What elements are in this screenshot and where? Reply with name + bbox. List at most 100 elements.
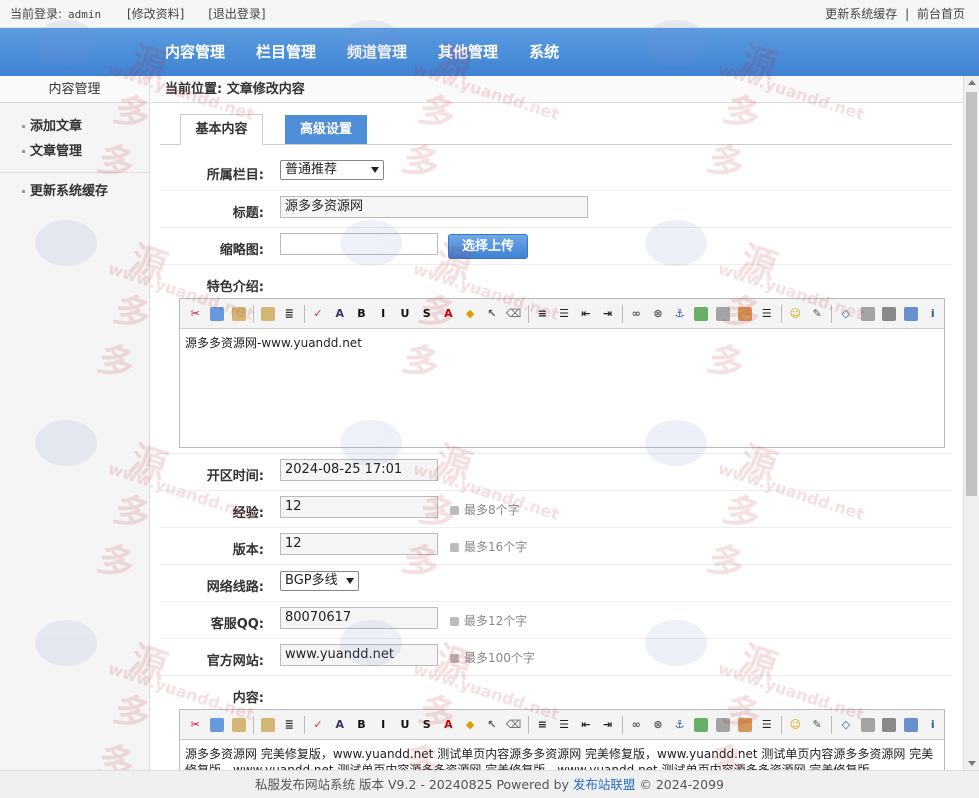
preview-icon[interactable] <box>857 714 878 735</box>
bold-icon[interactable]: B <box>351 303 372 324</box>
image-upload-icon[interactable] <box>691 303 712 324</box>
link-icon[interactable]: ∞ <box>626 714 647 735</box>
content-editor[interactable]: ✂ ≣ ✓ A B I U S A ◆ ↖ ⌫ ≡ ☰ ⇤ ⇥ ∞ ⊗ ⚓ ☰ ☺ ✎ ◇ i 源多多资源网 完美修复版，ww… <box>179 709 945 770</box>
format-icon[interactable]: ≣ <box>279 714 300 735</box>
select-icon[interactable]: ↖ <box>482 714 503 735</box>
title-input[interactable]: 源多多资源网 <box>280 196 588 218</box>
format-icon[interactable]: ≣ <box>279 303 300 324</box>
source-icon[interactable]: ◇ <box>835 714 856 735</box>
media-icon[interactable] <box>735 714 756 735</box>
copy-icon[interactable] <box>207 303 228 324</box>
flash-icon[interactable] <box>713 714 734 735</box>
qq-input[interactable]: 80070617 <box>280 607 438 629</box>
anchor-icon[interactable]: ⚓ <box>669 714 690 735</box>
fullscreen-icon[interactable] <box>901 714 922 735</box>
scrollbar-thumb[interactable] <box>966 92 977 496</box>
scroll-up-icon[interactable] <box>968 80 976 85</box>
paste-text-icon[interactable] <box>257 303 278 324</box>
image-upload-icon[interactable] <box>691 714 712 735</box>
footer-link[interactable]: 发布站联盟 <box>573 777 636 792</box>
italic-icon[interactable]: I <box>373 303 394 324</box>
version-input[interactable]: 12 <box>280 533 438 555</box>
open-time-input[interactable]: 2024-08-25 17:01 <box>280 459 438 481</box>
anchor-icon[interactable]: ⚓ <box>669 303 690 324</box>
cut-icon[interactable]: ✂ <box>185 303 206 324</box>
spellcheck-icon[interactable]: ✓ <box>308 714 329 735</box>
font-color-icon[interactable]: A <box>438 303 459 324</box>
nav-item-column[interactable]: 栏目管理 <box>256 28 316 76</box>
tab-basic[interactable]: 基本内容 <box>180 114 263 145</box>
thumb-input[interactable] <box>280 233 438 255</box>
indent-icon[interactable]: ⇥ <box>597 714 618 735</box>
intro-editor[interactable]: ✂ ≣ ✓ A B I U S A ◆ ↖ ⌫ ≡ ☰ ⇤ ⇥ ∞ ⊗ ⚓ ☰ ☺ ✎ ◇ i 源多多资源网-www.yuan… <box>179 298 945 448</box>
intro-editor-content[interactable]: 源多多资源网-www.yuandd.net <box>180 329 944 357</box>
font-icon[interactable]: A <box>329 714 350 735</box>
logout-link[interactable]: [退出登录] <box>208 7 265 21</box>
frontend-home-link[interactable]: 前台首页 <box>917 7 965 21</box>
sidebar-item-manage-articles[interactable]: 文章管理 <box>0 139 149 164</box>
edit-icon[interactable]: ✎ <box>807 303 828 324</box>
tab-advanced[interactable]: 高级设置 <box>285 115 367 144</box>
media-icon[interactable] <box>735 303 756 324</box>
nav-item-channel[interactable]: 频道管理 <box>347 28 407 76</box>
about-icon[interactable]: i <box>922 714 943 735</box>
unlink-icon[interactable]: ⊗ <box>648 303 669 324</box>
network-select[interactable]: BGP多线 <box>280 571 359 591</box>
italic-icon[interactable]: I <box>373 714 394 735</box>
refresh-cache-link[interactable]: 更新系统缓存 <box>825 7 897 21</box>
nav-item-system[interactable]: 系统 <box>529 28 559 76</box>
outdent-icon[interactable]: ⇤ <box>575 303 596 324</box>
scroll-down-icon[interactable] <box>968 761 976 766</box>
spellcheck-icon[interactable]: ✓ <box>308 303 329 324</box>
category-select[interactable]: 普通推荐 <box>280 160 384 180</box>
align-icon[interactable]: ≡ <box>532 714 553 735</box>
list-icon[interactable]: ☰ <box>554 303 575 324</box>
scrollbar[interactable] <box>963 76 979 770</box>
about-icon[interactable]: i <box>922 303 943 324</box>
bg-color-icon[interactable]: ◆ <box>460 714 481 735</box>
nav-item-other[interactable]: 其他管理 <box>438 28 498 76</box>
paste-icon[interactable] <box>228 714 249 735</box>
strikethrough-icon[interactable]: S <box>416 303 437 324</box>
toolbar-separator <box>527 715 529 734</box>
underline-icon[interactable]: U <box>395 714 416 735</box>
paste-text-icon[interactable] <box>257 714 278 735</box>
underline-icon[interactable]: U <box>395 303 416 324</box>
paste-icon[interactable] <box>228 303 249 324</box>
print-icon[interactable] <box>879 303 900 324</box>
flash-icon[interactable] <box>713 303 734 324</box>
bg-color-icon[interactable]: ◆ <box>460 303 481 324</box>
eraser-icon[interactable]: ⌫ <box>503 714 524 735</box>
font-color-icon[interactable]: A <box>438 714 459 735</box>
sidebar-item-refresh-cache[interactable]: 更新系统缓存 <box>0 179 149 204</box>
hr-icon[interactable]: ☰ <box>756 303 777 324</box>
exp-input[interactable]: 12 <box>280 496 438 518</box>
link-icon[interactable]: ∞ <box>626 303 647 324</box>
unlink-icon[interactable]: ⊗ <box>648 714 669 735</box>
copy-icon[interactable] <box>207 714 228 735</box>
font-icon[interactable]: A <box>329 303 350 324</box>
sidebar-item-add-article[interactable]: 添加文章 <box>0 114 149 139</box>
fullscreen-icon[interactable] <box>901 303 922 324</box>
bold-icon[interactable]: B <box>351 714 372 735</box>
indent-icon[interactable]: ⇥ <box>597 303 618 324</box>
source-icon[interactable]: ◇ <box>835 303 856 324</box>
print-icon[interactable] <box>879 714 900 735</box>
cut-icon[interactable]: ✂ <box>185 714 206 735</box>
upload-button[interactable]: 选择上传 <box>448 234 528 259</box>
emoticon-icon[interactable]: ☺ <box>785 714 806 735</box>
align-icon[interactable]: ≡ <box>532 303 553 324</box>
emoticon-icon[interactable]: ☺ <box>785 303 806 324</box>
website-input[interactable]: www.yuandd.net <box>280 644 438 666</box>
strikethrough-icon[interactable]: S <box>416 714 437 735</box>
outdent-icon[interactable]: ⇤ <box>575 714 596 735</box>
content-editor-content[interactable]: 源多多资源网 完美修复版，www.yuandd.net 测试单页内容源多多资源网… <box>180 740 944 770</box>
select-icon[interactable]: ↖ <box>482 303 503 324</box>
edit-icon[interactable]: ✎ <box>807 714 828 735</box>
preview-icon[interactable] <box>857 303 878 324</box>
hr-icon[interactable]: ☰ <box>756 714 777 735</box>
eraser-icon[interactable]: ⌫ <box>503 303 524 324</box>
nav-item-content[interactable]: 内容管理 <box>165 28 225 76</box>
list-icon[interactable]: ☰ <box>554 714 575 735</box>
edit-profile-link[interactable]: [修改资料] <box>127 7 184 21</box>
